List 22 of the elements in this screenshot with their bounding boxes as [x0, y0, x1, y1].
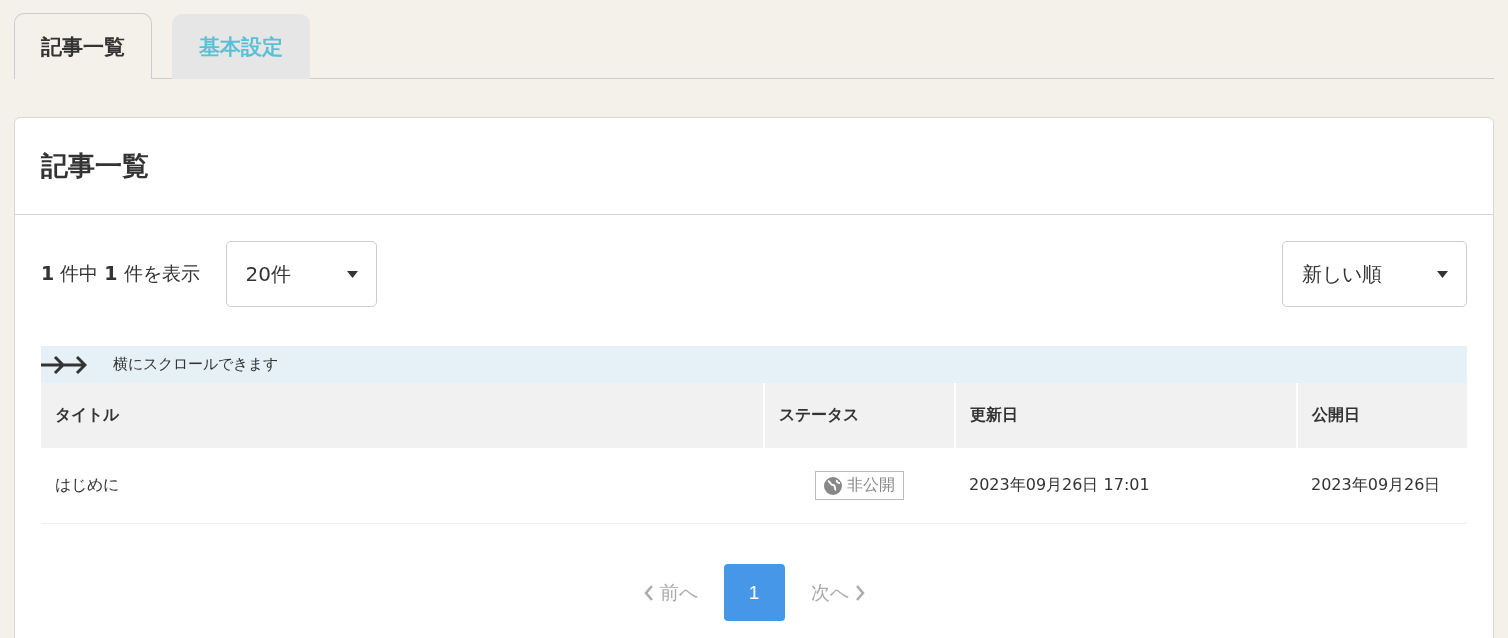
panel-title: 記事一覧 [41, 149, 149, 183]
column-header: タイトル [41, 383, 764, 448]
scroll-hint: 横にスクロールできます [113, 355, 278, 374]
globe-icon [824, 476, 842, 495]
page-button[interactable]: 1 [723, 564, 785, 621]
tab[interactable]: 基本設定 [172, 14, 310, 79]
status-badge: 非公開 [815, 471, 904, 500]
per-page-select[interactable]: 20件 [225, 241, 377, 307]
column-header: 公開日 [1297, 383, 1467, 448]
table-cell: 2023年09月26日 [1297, 448, 1467, 524]
caret-icon [346, 270, 358, 278]
chevron-left-icon [643, 583, 654, 602]
tab[interactable]: 記事一覧 [14, 13, 152, 79]
column-header: ステータス [764, 383, 955, 448]
sort-select[interactable]: 新しい順 [1282, 241, 1467, 307]
table-cell: 2023年09月26日 17:01 [955, 448, 1297, 524]
result-count: 1 件中 1 件を表示 [41, 261, 200, 286]
column-header: 更新日 [955, 383, 1297, 448]
table-cell: はじめに [41, 448, 764, 524]
chevron-right-icon [854, 583, 865, 602]
double-arrow-icon [41, 354, 87, 375]
caret-icon [1437, 270, 1448, 278]
